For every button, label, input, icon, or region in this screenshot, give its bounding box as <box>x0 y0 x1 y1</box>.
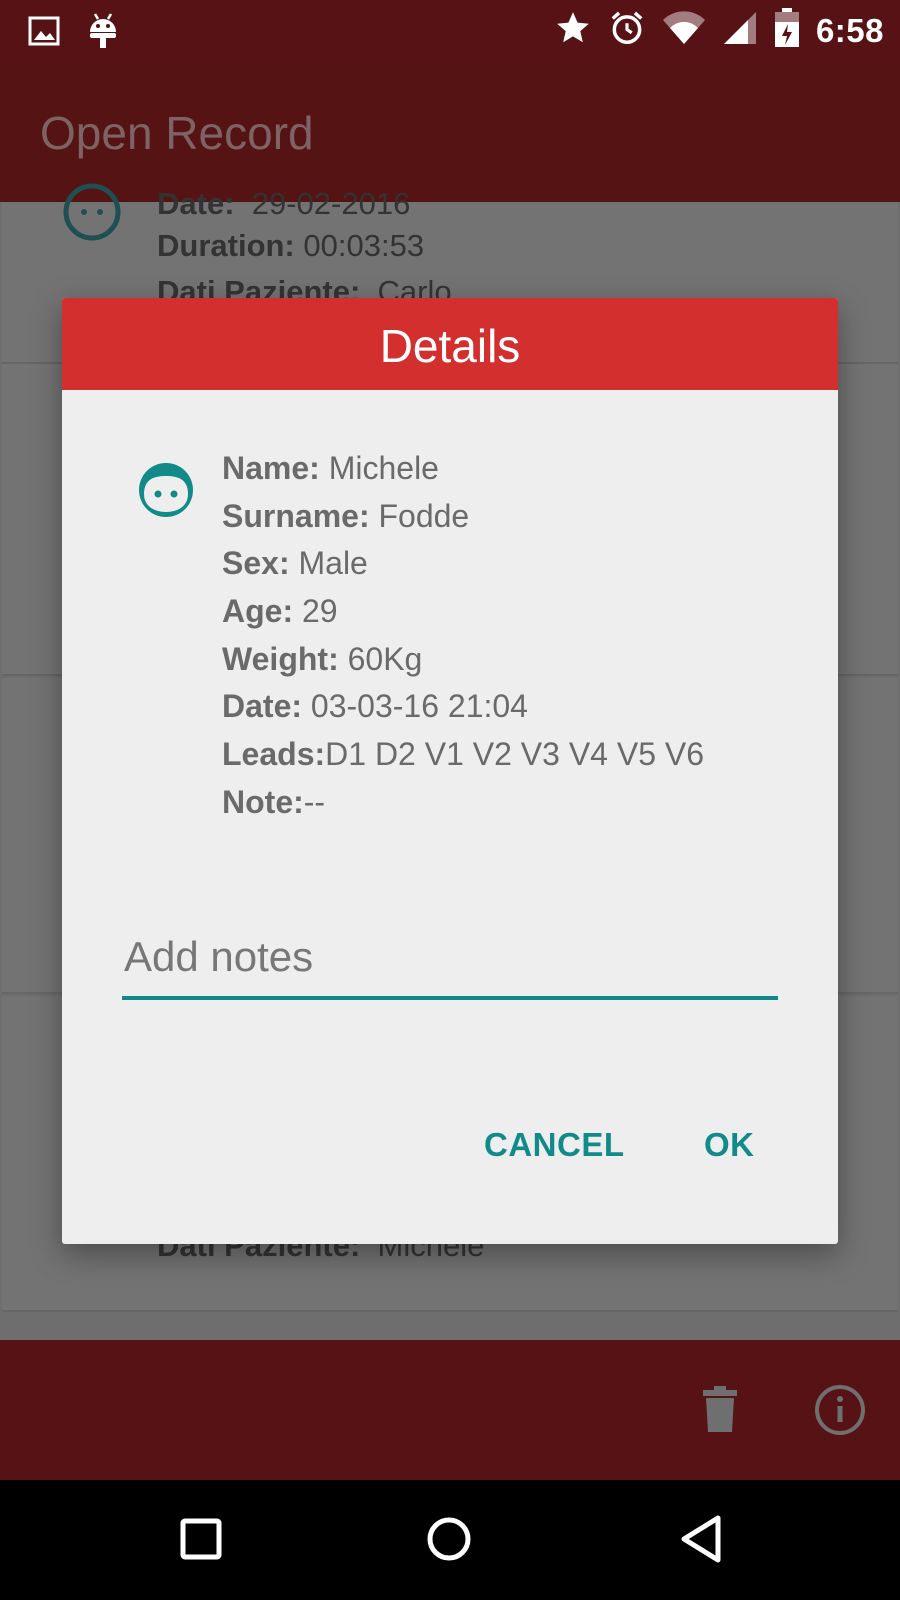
bottom-action-bar <box>0 1340 900 1480</box>
list-item-duration: Duration: 00:03:53 <box>157 228 425 263</box>
notes-field <box>122 918 780 1000</box>
cancel-button[interactable]: CANCEL <box>474 1120 635 1170</box>
page-title: Open Record <box>40 107 314 159</box>
details-dialog: Details Name: Michele Surname: Fodde Sex… <box>62 298 838 1244</box>
dialog-title: Details <box>62 298 838 390</box>
detail-sex: Sex: Male <box>222 545 368 582</box>
battery-icon <box>774 8 800 53</box>
detail-note: Note:-- <box>222 783 326 820</box>
info-icon[interactable] <box>814 1384 866 1441</box>
detail-name: Name: Michele <box>222 450 439 486</box>
face-icon <box>136 460 196 520</box>
android-icon <box>88 12 118 55</box>
detail-date: Date: 03-03-16 21:04 <box>222 688 528 725</box>
signal-icon <box>722 10 758 51</box>
recents-square-icon[interactable] <box>180 1518 222 1565</box>
alarm-icon <box>608 9 646 52</box>
notes-input[interactable] <box>122 918 780 996</box>
detail-leads: Leads:D1 D2 V1 V2 V3 V4 V5 V6 <box>222 736 705 773</box>
app-bar: Open Record <box>0 62 900 202</box>
home-circle-icon[interactable] <box>426 1516 472 1567</box>
detail-surname: Surname: Fodde <box>222 497 470 534</box>
list-item-date: Date: 29-02-2016 <box>157 186 411 221</box>
detail-age: Age: 29 <box>222 593 338 630</box>
navigation-bar <box>0 1480 900 1600</box>
back-triangle-icon[interactable] <box>678 1514 724 1569</box>
ok-button[interactable]: OK <box>694 1120 765 1170</box>
patient-details: Name: Michele Surname: Fodde Sex: Male A… <box>222 444 704 826</box>
wifi-icon <box>662 10 706 51</box>
detail-weight: Weight: 60Kg <box>222 640 423 677</box>
status-time: 6:58 <box>815 11 884 49</box>
status-bar: 6:58 <box>0 0 900 62</box>
image-icon <box>28 16 60 51</box>
delete-icon[interactable] <box>700 1386 740 1439</box>
face-icon <box>62 182 121 241</box>
star-icon <box>554 9 592 52</box>
